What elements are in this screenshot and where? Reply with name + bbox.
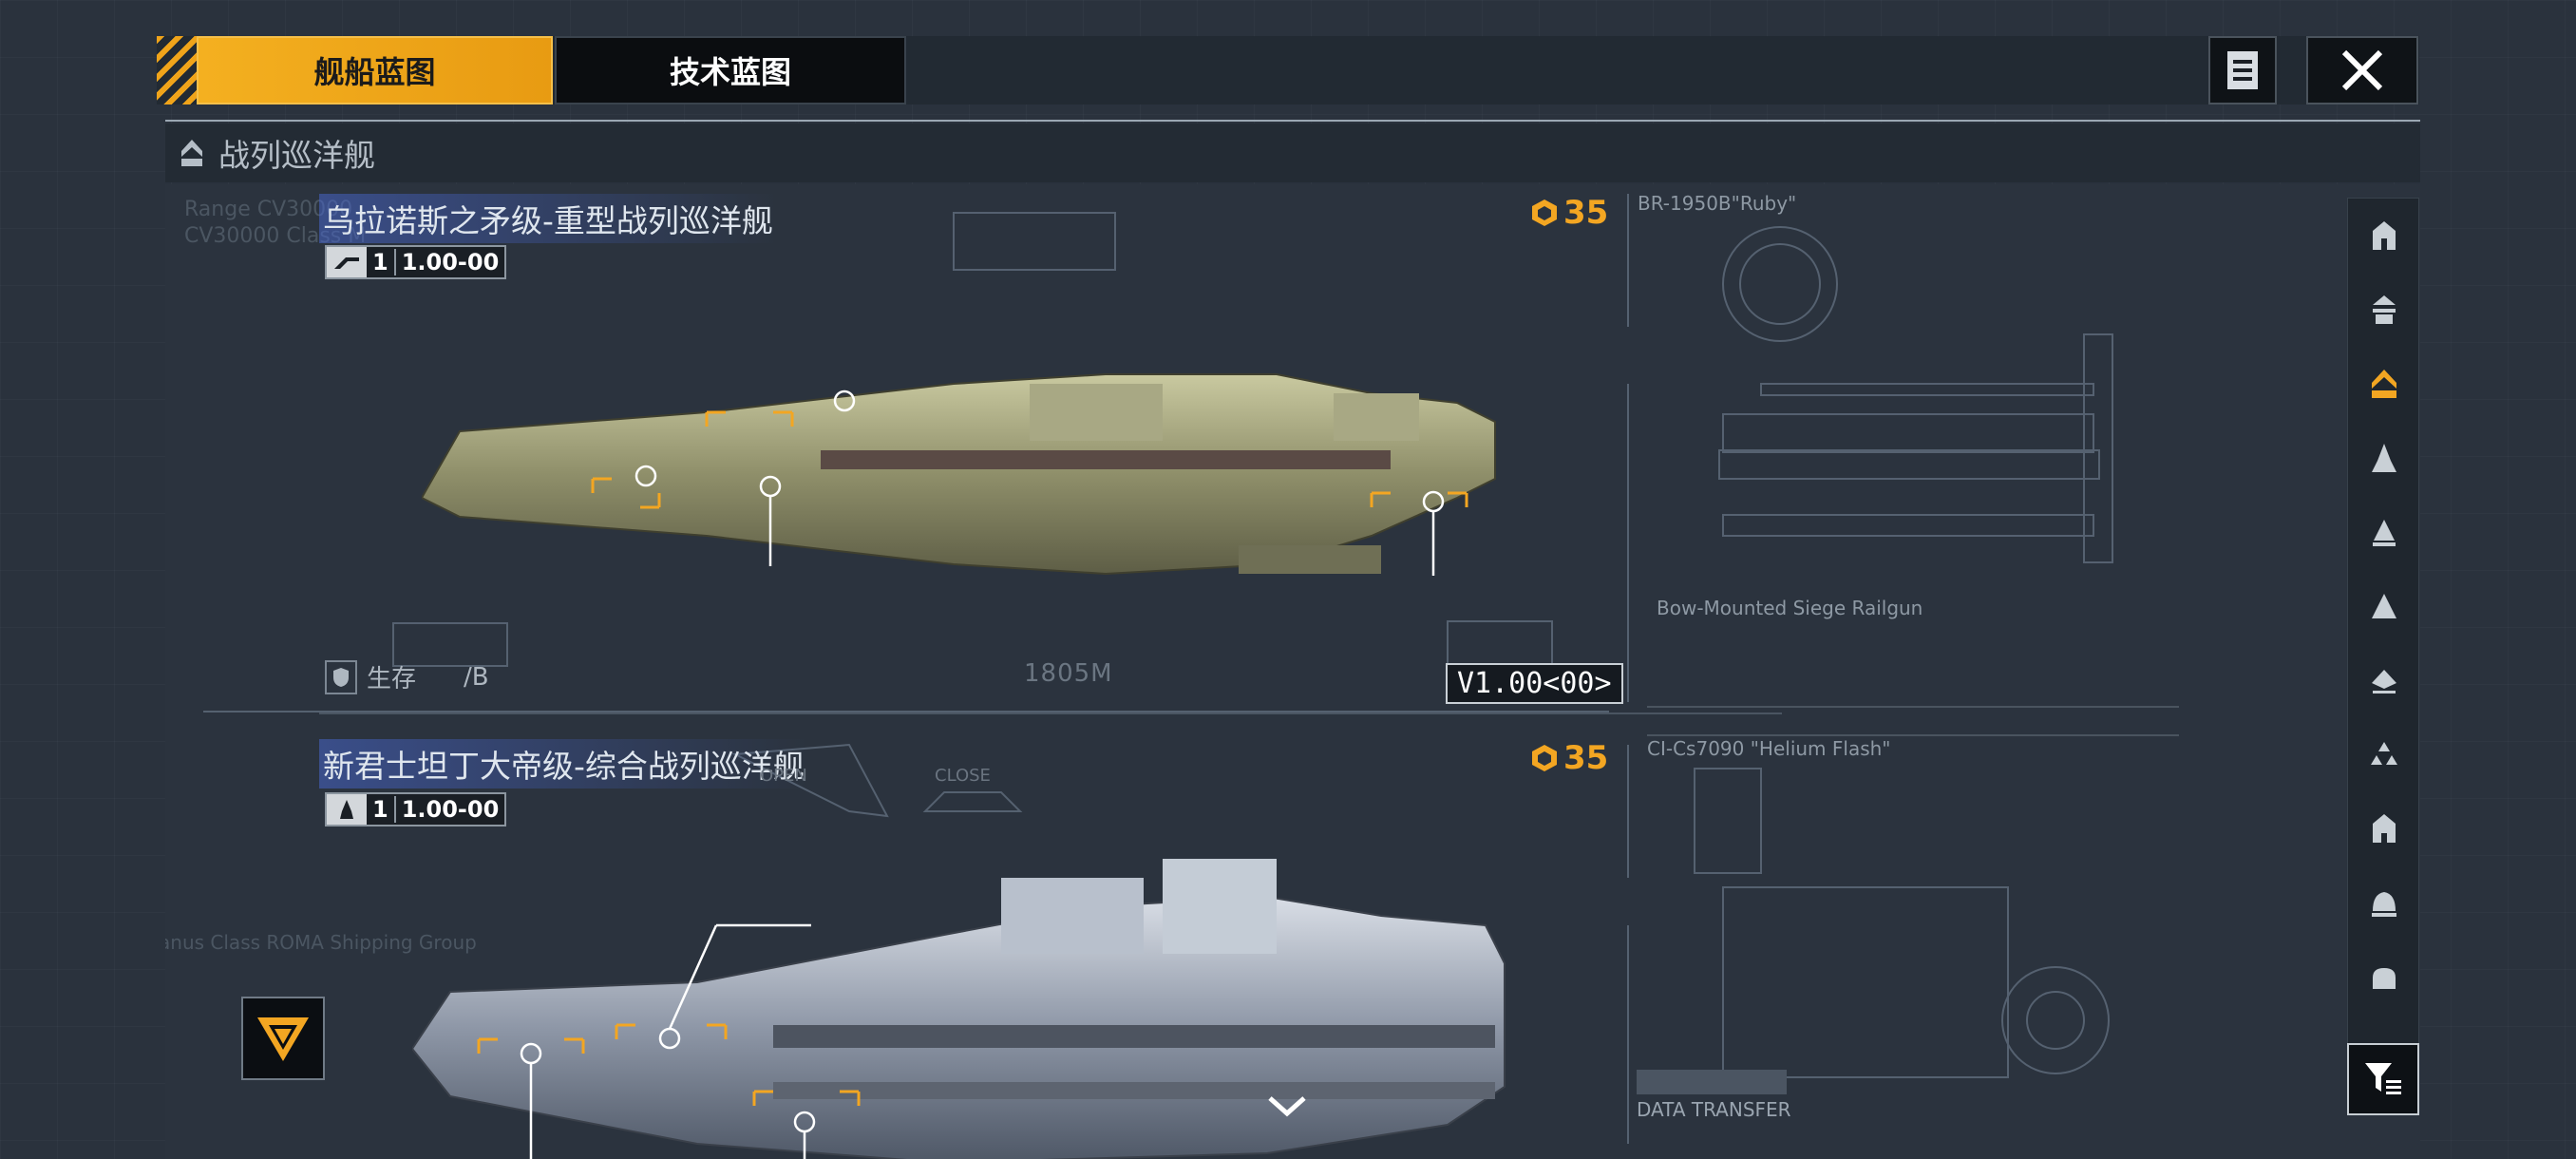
hazard-stripe [157,36,197,104]
shelter-icon [2373,968,2396,989]
class-filter-item[interactable] [2348,940,2420,1014]
cruiser-icon [2372,444,2396,472]
cost-value: 35 [1563,739,1609,777]
filter-button[interactable] [2347,1043,2419,1115]
ship-type-icon [340,800,353,819]
close-button[interactable] [2306,36,2418,104]
battleship-icon [2373,295,2396,324]
chevron-down-icon[interactable] [1266,1092,1308,1121]
class-filter-item[interactable] [2348,643,2420,717]
tab-tech-blueprint[interactable]: 技术蓝图 [555,36,906,104]
class-filter-item[interactable] [2348,273,2420,347]
class-filter-item[interactable] [2348,495,2420,569]
fighter-squad-icon [2371,742,2397,765]
data-transfer-bar [1637,1070,1787,1094]
ship-title[interactable]: 乌拉诺斯之矛级-重型战列巡洋舰 [319,194,777,243]
tab-ship-blueprint-label: 舰船蓝图 [313,54,436,90]
ship-model[interactable] [412,840,1666,1159]
survival-label: 生存 [367,665,417,694]
deco-label: OPEN [760,766,807,786]
tab-tech-blueprint-label: 技术蓝图 [669,54,791,90]
document-button[interactable] [2208,36,2277,104]
triangle-down-icon [257,1017,309,1061]
class-filter-item[interactable] [2348,199,2420,273]
destroyer-icon [2373,520,2396,546]
dome-icon [2372,892,2396,917]
class-filter-item[interactable] [2348,717,2420,791]
ship-cost: 35 [1529,739,1608,777]
class-filter-item[interactable] [2348,865,2420,940]
document-icon [2227,51,2258,89]
category-header: 战列巡洋舰 [165,124,2420,182]
ship-model[interactable] [422,317,1666,612]
battlecruiser-class-icon [181,140,202,166]
data-transfer-label: DATA TRANSFER [1637,1098,1791,1121]
version-number: 1.00-00 [401,249,500,276]
corvette-icon [2372,670,2396,694]
version-number: 1.00-00 [401,796,500,823]
deco-label: CLOSE [935,766,991,786]
divider [165,120,2420,122]
ship-length: 1805M [1024,659,1113,688]
ship-list: Range CV30000 CV30000 Class M Spear of U… [165,184,2420,1159]
blueprint-version: V1.00<00> [1446,663,1623,704]
version-prefix: 1 [367,249,396,276]
weapon-spec-label: Bow-Mounted Siege Railgun [1657,597,1923,619]
class-filter-item[interactable] [2348,791,2420,865]
cost-icon [1532,745,1557,771]
class-filter-item[interactable] [2348,569,2420,643]
survival-stat: 生存 /B [325,659,489,694]
station-icon [2373,814,2396,843]
ship-divider [319,712,1782,714]
category-title: 战列巡洋舰 [218,137,375,174]
ship-version-badge: 1 1.00-00 [325,792,507,826]
ship-type-icon [334,257,359,269]
tab-ship-blueprint[interactable]: 舰船蓝图 [197,36,553,104]
cost-value: 35 [1563,194,1609,232]
class-filter-item-battlecruiser[interactable] [2348,347,2420,421]
shield-icon [333,667,349,687]
ship-title[interactable]: 新君士坦丁大帝级-综合战列巡洋舰 [319,739,808,788]
class-filter-sidebar [2347,198,2419,1115]
carrier-icon [2373,221,2396,250]
weapon-spec-label: BR-1950B"Ruby" [1638,192,1797,215]
close-icon [2341,49,2383,91]
ship-version-badge: 1 1.00-00 [325,245,507,279]
version-prefix: 1 [367,796,396,823]
frigate-icon [2372,594,2396,618]
ship-cost: 35 [1529,194,1608,232]
cost-icon [1532,200,1557,226]
filter-icon [2365,1063,2401,1094]
weapon-spec-label: CI-Cs7090 "Helium Flash" [1647,737,1891,760]
battlecruiser-icon [2372,370,2396,398]
survival-value: /B [464,662,489,692]
class-filter-item[interactable] [2348,421,2420,495]
top-bar: 舰船蓝图 技术蓝图 [157,36,2419,104]
expand-button[interactable] [241,997,325,1080]
